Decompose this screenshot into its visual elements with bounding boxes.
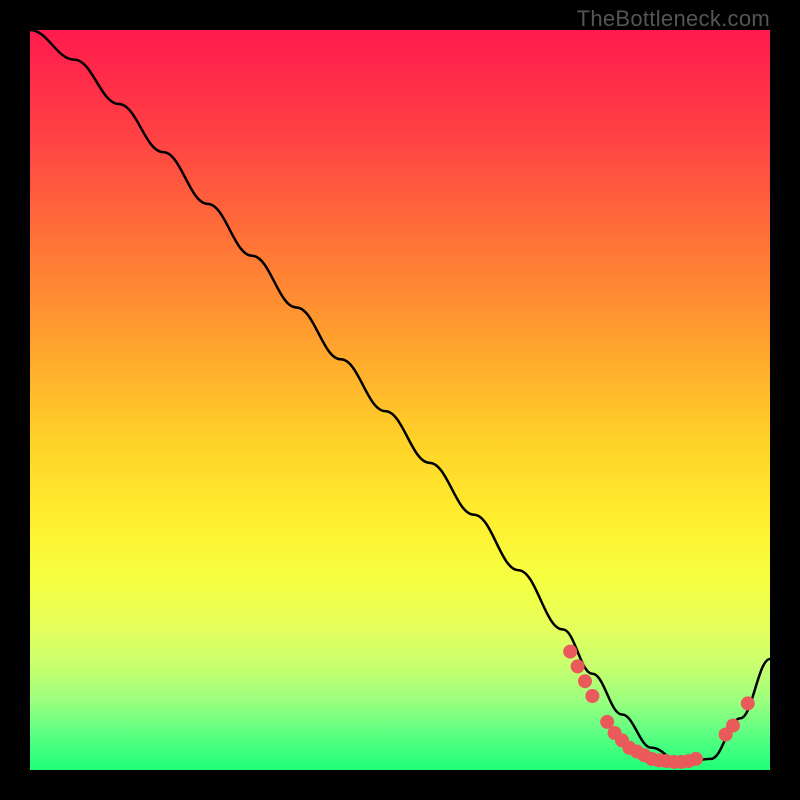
marker-dot — [741, 696, 755, 710]
marker-dot — [571, 659, 585, 673]
chart-frame: TheBottleneck.com — [0, 0, 800, 800]
watermark-text: TheBottleneck.com — [577, 6, 770, 32]
marker-dot — [563, 645, 577, 659]
marker-dot — [726, 719, 740, 733]
marker-dot — [578, 674, 592, 688]
curve-line — [30, 30, 770, 763]
curve-svg — [30, 30, 770, 770]
marker-dot — [689, 752, 703, 766]
plot-area — [30, 30, 770, 770]
marker-dot — [585, 689, 599, 703]
